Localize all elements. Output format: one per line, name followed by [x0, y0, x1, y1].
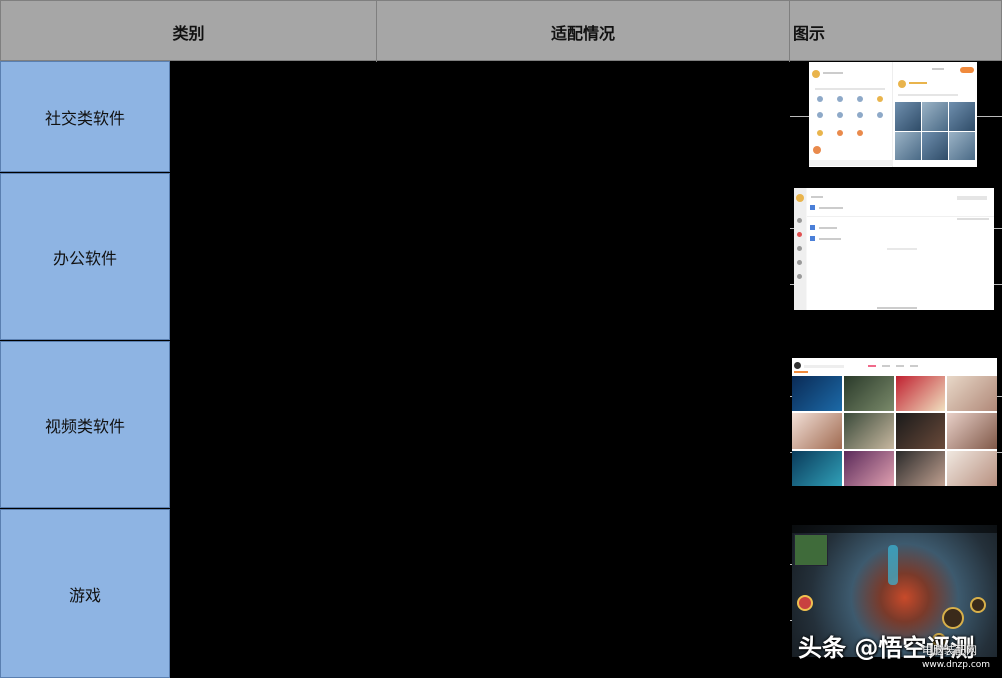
nav-icon — [797, 232, 802, 237]
text-line — [819, 238, 841, 240]
social-app-screenshot — [809, 62, 977, 167]
video-thumbnail — [895, 413, 946, 449]
avatar-icon — [812, 70, 820, 78]
app-icon — [817, 96, 823, 102]
app-icon — [837, 112, 843, 118]
skill-icon — [970, 597, 986, 613]
watermark-site: 电脑装配网 — [922, 644, 977, 657]
doc-icon — [810, 236, 815, 241]
office-app-main — [807, 188, 994, 310]
photo-thumbnail — [895, 102, 921, 131]
text-line — [898, 94, 958, 96]
video-thumbnail — [947, 376, 997, 412]
video-thumbnail — [895, 376, 946, 412]
app-icon — [837, 130, 843, 136]
photo-thumbnail — [949, 131, 975, 160]
app-icon — [857, 96, 863, 102]
nav-icon — [797, 218, 802, 223]
video-thumbnail — [792, 376, 842, 412]
table-header: 类别 适配情况 图示 — [0, 0, 1002, 62]
video-app-screenshot — [792, 358, 997, 486]
category-office: 办公软件 — [0, 173, 170, 340]
video-thumbnail — [843, 413, 894, 449]
avatar-icon — [794, 362, 801, 369]
photo-thumbnail — [922, 131, 948, 160]
video-thumbnail — [947, 450, 997, 486]
divider — [997, 452, 1002, 453]
minimap — [794, 534, 828, 566]
text-line — [823, 72, 843, 74]
app-icon — [877, 96, 883, 102]
divider — [807, 216, 994, 217]
app-icon — [877, 112, 883, 118]
text-line — [819, 227, 837, 229]
header-illustration: 图示 — [793, 23, 826, 43]
game-top-bar — [792, 525, 997, 533]
app-icon — [857, 112, 863, 118]
video-thumbnail — [895, 450, 946, 486]
follow-button-icon — [960, 67, 974, 73]
text-line — [794, 371, 808, 373]
divider — [994, 228, 1002, 229]
text-line — [811, 196, 823, 198]
social-app-left-pane — [809, 62, 893, 167]
app-icon — [813, 146, 821, 154]
video-thumbnail — [947, 413, 997, 449]
photo-grid — [895, 102, 975, 160]
nav-icon — [797, 274, 802, 279]
video-thumbnail — [792, 413, 842, 449]
text-line — [819, 207, 843, 209]
nav-icon — [797, 246, 802, 251]
tower-icon — [888, 545, 898, 585]
video-thumbnail — [843, 376, 894, 412]
tab-recommend — [868, 365, 876, 367]
text-line — [932, 68, 944, 70]
tab-item — [896, 365, 904, 367]
divider — [994, 284, 1002, 285]
hero-avatar-icon — [797, 595, 813, 611]
watermark-url: www.dnzp.com — [922, 660, 991, 670]
video-thumbnail — [843, 450, 894, 486]
text-line — [957, 218, 989, 220]
tab-item — [910, 365, 918, 367]
app-icon — [817, 112, 823, 118]
photo-thumbnail — [922, 102, 948, 131]
app-icon — [857, 130, 863, 136]
divider — [997, 396, 1002, 397]
divider — [977, 116, 1002, 117]
home-indicator — [877, 307, 917, 309]
app-icon — [837, 96, 843, 102]
avatar-icon — [796, 194, 804, 202]
photo-thumbnail — [895, 131, 921, 160]
doc-icon — [810, 205, 815, 210]
office-app-sidebar — [794, 188, 806, 310]
search-box — [957, 196, 987, 200]
doc-icon — [810, 225, 815, 230]
divider — [790, 116, 809, 117]
nav-icon — [797, 260, 802, 265]
category-game: 游戏 — [0, 509, 170, 678]
video-grid — [792, 376, 997, 486]
header-adaptation: 适配情况 — [377, 1, 790, 62]
tab-bar — [809, 160, 893, 166]
office-app-screenshot — [794, 188, 994, 310]
tab-item — [882, 365, 890, 367]
text-line — [815, 88, 885, 90]
video-thumbnail — [792, 450, 842, 486]
text-line — [887, 248, 917, 250]
category-video: 视频类软件 — [0, 341, 170, 508]
text-line — [909, 82, 927, 84]
photo-thumbnail — [949, 102, 975, 131]
app-icon — [817, 130, 823, 136]
search-box — [804, 365, 844, 368]
header-category: 类别 — [1, 1, 377, 62]
attack-button-icon — [942, 607, 964, 629]
category-social: 社交类软件 — [0, 61, 170, 172]
avatar-icon — [898, 80, 906, 88]
